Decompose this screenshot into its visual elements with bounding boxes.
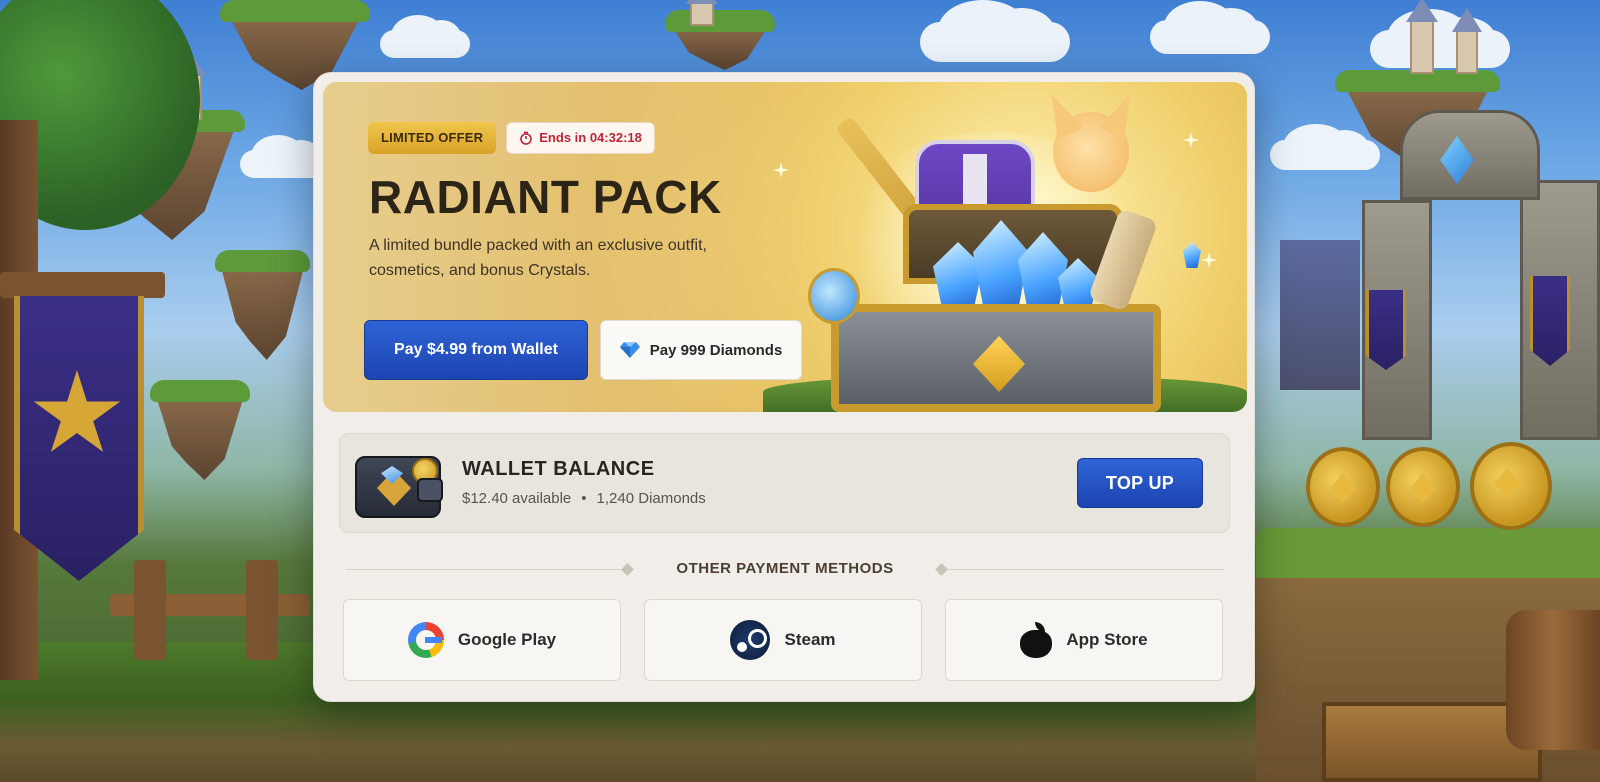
pay-wallet-button[interactable]: Pay $4.99 from Wallet xyxy=(364,320,588,380)
sparkle-icon xyxy=(1183,132,1199,148)
potion-icon xyxy=(808,268,860,324)
purchase-dialog: LIMITED OFFER Ends in 04:32:18 RADIANT P… xyxy=(313,72,1255,702)
steam-label: Steam xyxy=(784,630,836,649)
small-banner xyxy=(1366,290,1406,370)
gold-coin-icon xyxy=(1306,447,1380,527)
coin-icon xyxy=(412,458,438,484)
wallet-balance-details: $12.40 available • 1,240 Diamonds xyxy=(462,490,706,507)
cloud xyxy=(1150,1,1270,54)
other-methods-heading: OTHER PAYMENT METHODS xyxy=(676,560,894,577)
pay-diamonds-button[interactable]: Pay 999 Diamonds xyxy=(600,320,802,380)
floating-island xyxy=(150,380,250,480)
countdown-text: Ends in 04:32:18 xyxy=(539,130,642,145)
diamond-icon xyxy=(619,342,640,358)
limited-offer-badge: LIMITED OFFER xyxy=(368,122,497,154)
wallet-balance-panel: WALLET BALANCE $12.40 available • 1,240 … xyxy=(339,433,1230,533)
fence-post xyxy=(246,560,278,660)
pack-description: A limited bundle packed with an exclusiv… xyxy=(369,237,707,279)
castle-tower xyxy=(1456,28,1478,74)
wallet-icon xyxy=(355,456,443,518)
sparkle-icon xyxy=(1201,252,1217,268)
payment-methods-list: Google Play Steam App Store xyxy=(343,599,1223,681)
pack-artwork xyxy=(763,92,1247,412)
app-store-label: App Store xyxy=(1066,630,1148,649)
badge-row: LIMITED OFFER Ends in 04:32:18 xyxy=(368,122,655,154)
google-play-icon xyxy=(407,622,444,658)
steam-button[interactable]: Steam xyxy=(644,599,922,681)
countdown-badge: Ends in 04:32:18 xyxy=(506,122,655,154)
gold-coin-icon xyxy=(1470,442,1552,530)
fence-post xyxy=(134,560,166,660)
stopwatch-icon xyxy=(520,131,533,145)
pay-diamonds-label: Pay 999 Diamonds xyxy=(649,341,783,359)
floating-island xyxy=(215,250,310,360)
payment-methods-divider: OTHER PAYMENT METHODS xyxy=(346,560,1224,580)
banner-pole xyxy=(0,272,165,298)
steam-icon xyxy=(730,620,771,660)
castle-tower xyxy=(690,0,714,26)
top-up-button[interactable]: TOP UP xyxy=(1077,458,1203,508)
barrel xyxy=(1506,610,1600,750)
windmill xyxy=(1280,240,1360,390)
cloud xyxy=(920,0,1070,62)
gold-coin-icon xyxy=(1386,447,1460,527)
purple-banner xyxy=(14,296,144,581)
google-play-button[interactable]: Google Play xyxy=(343,599,621,681)
offer-banner: LIMITED OFFER Ends in 04:32:18 RADIANT P… xyxy=(323,82,1247,412)
balance-separator: • xyxy=(581,490,587,507)
small-banner xyxy=(1530,276,1570,366)
castle-tower xyxy=(1410,18,1434,74)
wallet-diamonds: 1,240 Diamonds xyxy=(596,490,706,507)
google-play-label: Google Play xyxy=(457,630,557,649)
cloud xyxy=(380,14,470,58)
cloud xyxy=(1370,9,1510,68)
pet-companion-icon xyxy=(1053,112,1129,192)
crystal-icon xyxy=(1183,242,1201,268)
apple-icon xyxy=(1020,622,1053,658)
pack-title: RADIANT PACK xyxy=(369,171,722,223)
app-store-button[interactable]: App Store xyxy=(945,599,1223,681)
wallet-title: WALLET BALANCE xyxy=(462,458,655,480)
sparkle-icon xyxy=(773,162,789,178)
wallet-available: $12.40 available xyxy=(462,490,572,507)
gem-icon xyxy=(381,466,403,484)
floating-island xyxy=(665,10,775,70)
